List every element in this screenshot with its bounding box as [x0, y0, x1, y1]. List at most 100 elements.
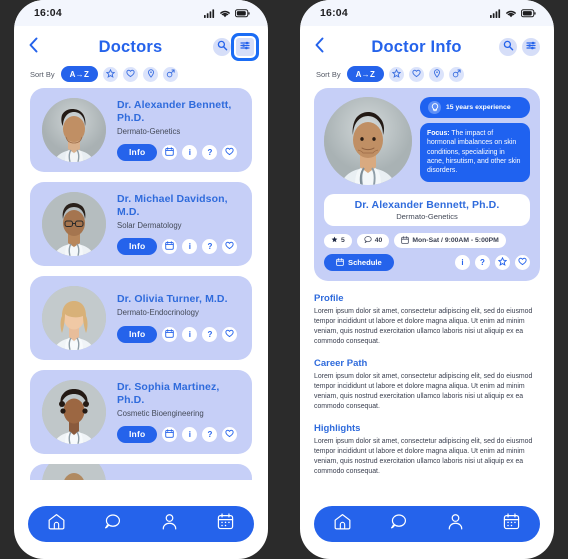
filter-button[interactable]	[236, 38, 254, 56]
favorite-button[interactable]	[222, 326, 238, 342]
nav-calendar-button[interactable]	[495, 507, 529, 541]
sort-star-button[interactable]	[389, 66, 405, 82]
doctor-info: Dr. Sophia Martinez, Ph.D. Cosmetic Bioe…	[117, 381, 240, 443]
doctor-name: Dr. Alexander Bennett, Ph.D.	[117, 99, 232, 124]
profile-icon	[446, 512, 465, 536]
info-button[interactable]: Info	[117, 143, 158, 161]
nav-home-button[interactable]	[325, 507, 359, 541]
card-actions: Info i ?	[117, 237, 240, 255]
detail-right: 15 years experience Focus: The impact of…	[420, 97, 530, 182]
phone-left-doctors-list: 16:04 Doctors Sort By A→Z Dr. Alexander …	[14, 0, 268, 559]
nav-home-button[interactable]	[39, 507, 73, 541]
sort-location-button[interactable]	[429, 66, 445, 82]
detail-top: 15 years experience Focus: The impact of…	[324, 97, 530, 185]
heart-icon	[412, 65, 421, 83]
search-button[interactable]	[213, 38, 231, 56]
nav-profile-button[interactable]	[152, 507, 186, 541]
favorite-button[interactable]	[222, 144, 238, 160]
sort-gender-button[interactable]	[163, 66, 179, 82]
section-body: Lorem ipsum dolor sit amet, consectetur …	[314, 438, 533, 475]
rate-button[interactable]	[495, 255, 510, 270]
doctor-card[interactable]: Dr. Olivia Turner, M.D. Dermato-Endocrin…	[30, 276, 252, 360]
chat-icon	[389, 512, 408, 536]
section-body: Lorem ipsum dolor sit amet, consectetur …	[314, 308, 533, 345]
sort-row: Sort By A→Z	[300, 60, 554, 86]
info-button[interactable]: Info	[117, 325, 158, 343]
comment-icon	[364, 236, 372, 245]
sort-heart-button[interactable]	[123, 65, 139, 83]
details-button[interactable]: i	[455, 255, 470, 270]
calendar-button[interactable]	[162, 144, 178, 160]
help-button[interactable]: ?	[202, 144, 218, 160]
favorite-button[interactable]	[515, 255, 530, 270]
details-button[interactable]: i	[182, 426, 198, 442]
heart-icon	[518, 257, 527, 268]
sort-pill-alphabetical[interactable]: A→Z	[346, 66, 385, 82]
status-bar: 16:04	[300, 0, 554, 26]
rating-badge: 5	[324, 233, 352, 248]
calendar-button[interactable]	[162, 426, 178, 442]
nav-chat-button[interactable]	[96, 507, 130, 541]
details-button[interactable]: i	[182, 326, 198, 342]
signal-icon	[204, 8, 215, 18]
nav-calendar-button[interactable]	[209, 507, 243, 541]
doctor-name: Dr. Alexander Bennett, Ph.D.	[354, 199, 500, 211]
sort-heart-button[interactable]	[409, 65, 425, 83]
card-actions: Info i ?	[117, 325, 240, 343]
schedule-label: Schedule	[348, 258, 382, 267]
search-button[interactable]	[499, 38, 517, 56]
calendar-button[interactable]	[162, 238, 178, 254]
chevron-left-icon	[314, 37, 325, 58]
focus-label: Focus:	[427, 130, 450, 137]
doctor-specialty: Dermato-Endocrinology	[117, 308, 199, 318]
sort-star-button[interactable]	[103, 66, 119, 82]
info-button[interactable]: Info	[117, 425, 158, 443]
app-bar: Doctors	[14, 26, 268, 60]
screenshot-stage: 16:04 Doctors Sort By A→Z Dr. Alexander …	[0, 0, 568, 559]
doctor-card-partial[interactable]	[30, 464, 252, 480]
back-button[interactable]	[314, 36, 334, 58]
card-actions: Info i ?	[117, 143, 240, 161]
info-icon: i	[188, 241, 191, 251]
calendar-icon	[165, 429, 175, 440]
nav-profile-button[interactable]	[438, 507, 472, 541]
help-button[interactable]: ?	[202, 426, 218, 442]
calendar-icon	[165, 328, 175, 340]
section-body: Lorem ipsum dolor sit amet, consectetur …	[314, 373, 533, 410]
question-icon: ?	[207, 147, 213, 157]
sort-gender-button[interactable]	[449, 66, 465, 82]
help-button[interactable]: ?	[202, 326, 218, 342]
nav-chat-button[interactable]	[382, 507, 416, 541]
help-button[interactable]: ?	[475, 255, 490, 270]
info-icon: i	[188, 147, 191, 157]
doctor-card[interactable]: Dr. Michael Davidson, M.D. Solar Dermato…	[30, 182, 252, 266]
doctor-info: Dr. Michael Davidson, M.D. Solar Dermato…	[117, 193, 240, 255]
details-button[interactable]: i	[182, 144, 198, 160]
hours-value: Mon-Sat / 9:00AM - 5:00PM	[412, 237, 499, 244]
sort-location-button[interactable]	[143, 66, 159, 82]
heart-icon	[126, 65, 135, 83]
schedule-button[interactable]: Schedule	[324, 254, 394, 271]
back-button[interactable]	[28, 36, 48, 58]
avatar	[42, 286, 106, 350]
wifi-icon	[505, 9, 517, 18]
help-button[interactable]: ?	[202, 238, 218, 254]
doctor-card[interactable]: Dr. Sophia Martinez, Ph.D. Cosmetic Bioe…	[30, 370, 252, 454]
question-icon: ?	[480, 258, 485, 267]
sort-pill-alphabetical[interactable]: A→Z	[60, 66, 99, 82]
calendar-button[interactable]	[162, 326, 178, 342]
doctor-card[interactable]: Dr. Alexander Bennett, Ph.D. Dermato-Gen…	[30, 88, 252, 172]
reviews-count: 40	[374, 237, 383, 244]
doctor-specialty: Cosmetic Bioengineering	[117, 408, 204, 418]
doctors-list[interactable]: Dr. Alexander Bennett, Ph.D. Dermato-Gen…	[14, 86, 268, 480]
filter-button[interactable]	[522, 38, 540, 56]
favorite-button[interactable]	[222, 426, 238, 442]
info-icon: i	[188, 329, 191, 339]
info-button[interactable]: Info	[117, 237, 158, 255]
sort-row: Sort By A→Z	[14, 60, 268, 86]
lightbulb-icon	[428, 101, 441, 114]
section-title: Profile	[314, 293, 344, 304]
favorite-button[interactable]	[222, 238, 238, 254]
details-button[interactable]: i	[182, 238, 198, 254]
signal-icon	[490, 8, 501, 18]
